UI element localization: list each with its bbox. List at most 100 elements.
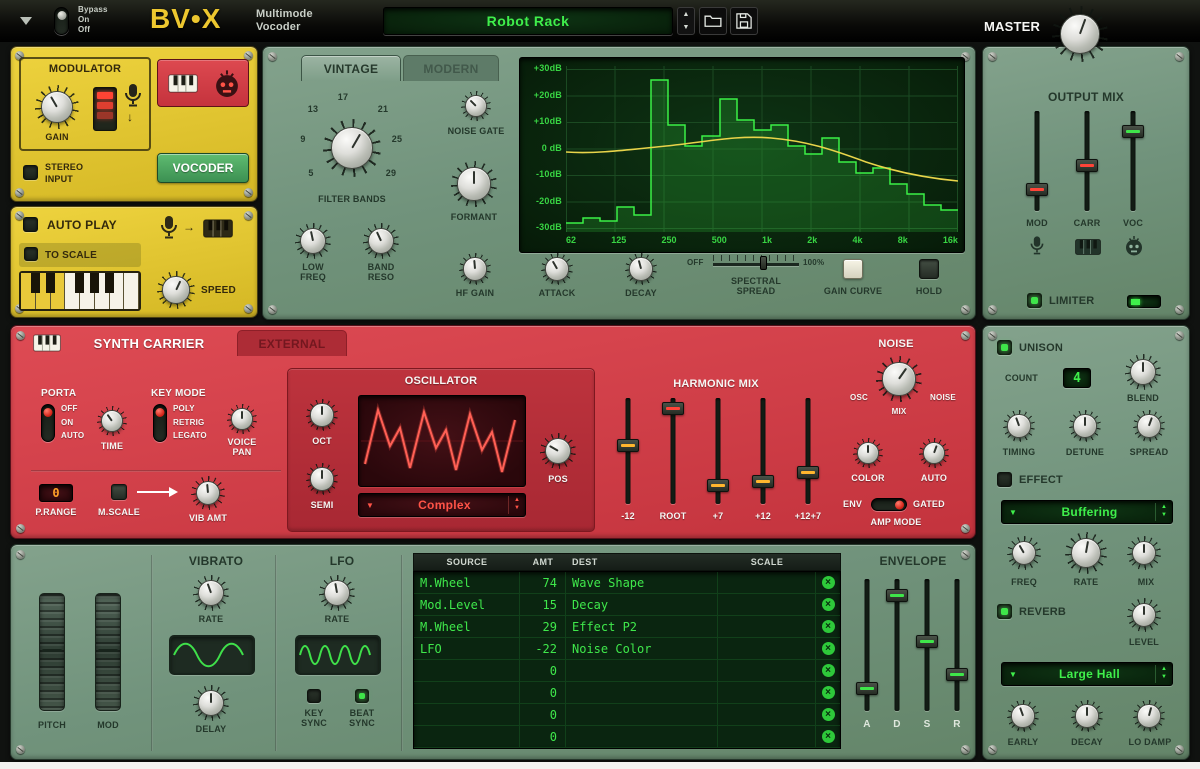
effect-type-dropdown[interactable]: ▼ Buffering ▲▼ (1001, 500, 1173, 524)
unison-checkbox[interactable] (997, 340, 1012, 355)
spectral-spread-slider[interactable] (713, 255, 799, 271)
envelope-sustain-slider[interactable] (915, 577, 939, 713)
spread-knob[interactable] (1133, 410, 1165, 442)
beat-sync-checkbox[interactable] (355, 689, 369, 703)
voice-pan-knob[interactable] (227, 404, 257, 434)
harmonic-slider-p12p7[interactable] (796, 396, 820, 506)
attack-knob[interactable] (541, 253, 573, 285)
noise-color-knob[interactable] (853, 438, 883, 468)
preset-up-icon[interactable]: ▲ (683, 11, 690, 18)
remove-slot-icon[interactable]: × (822, 576, 835, 589)
reverb-early-knob[interactable] (1007, 700, 1039, 732)
matrix-row[interactable]: LFO-22Noise Color× (414, 638, 840, 660)
count-display[interactable]: 4 (1063, 368, 1091, 388)
wave-select-dropdown[interactable]: ▼ Complex ▲▼ (358, 493, 526, 517)
tab-synth-carrier[interactable]: SYNTH CARRIER (65, 330, 233, 356)
low-freq-knob[interactable] (295, 223, 331, 259)
vibrato-delay-knob[interactable] (193, 685, 229, 721)
reverb-type-dropdown[interactable]: ▼ Large Hall ▲▼ (1001, 662, 1173, 686)
remove-slot-icon[interactable]: × (822, 598, 835, 611)
matrix-row[interactable]: M.Wheel29Effect P2× (414, 616, 840, 638)
harmonic-slider-root[interactable] (661, 396, 685, 506)
to-scale-checkbox[interactable] (24, 247, 38, 261)
effect-checkbox[interactable] (997, 472, 1012, 487)
porta-switch[interactable] (41, 404, 55, 442)
vocoder-level-slider[interactable] (1121, 109, 1145, 213)
preset-browse-button[interactable] (699, 7, 727, 35)
preset-down-icon[interactable]: ▼ (683, 24, 690, 31)
oct-knob[interactable] (306, 399, 338, 431)
formant-knob[interactable] (451, 161, 497, 207)
remove-slot-icon[interactable]: × (822, 730, 835, 743)
amp-mode-switch[interactable] (871, 498, 907, 511)
effect-mix-knob[interactable] (1127, 536, 1161, 570)
key-mode-switch[interactable] (153, 404, 167, 442)
timing-knob[interactable] (1003, 410, 1035, 442)
pitch-range-display[interactable]: 0 (39, 484, 73, 502)
detune-knob[interactable] (1069, 410, 1101, 442)
preset-spinner[interactable]: ▲ ▼ (677, 7, 695, 35)
remove-slot-icon[interactable]: × (822, 642, 835, 655)
tab-vintage[interactable]: VINTAGE (301, 55, 401, 81)
gain-curve-button[interactable] (843, 259, 863, 279)
matrix-row[interactable]: 0× (414, 704, 840, 726)
dropdown-arrow-icon[interactable]: ▼ (1009, 508, 1017, 517)
reverb-level-knob[interactable] (1127, 598, 1161, 632)
reverb-type-spinner[interactable]: ▲▼ (1155, 665, 1172, 683)
speed-knob[interactable] (157, 271, 195, 309)
semi-knob[interactable] (306, 463, 338, 495)
preset-save-button[interactable] (730, 7, 758, 35)
harmonic-slider-p12[interactable] (751, 396, 775, 506)
matrix-row[interactable]: 0× (414, 726, 840, 748)
dropdown-arrow-icon[interactable]: ▼ (366, 501, 374, 510)
reverb-decay-knob[interactable] (1071, 700, 1103, 732)
blend-knob[interactable] (1125, 354, 1161, 390)
carrier-level-slider[interactable] (1075, 109, 1099, 213)
hold-button[interactable] (919, 259, 939, 279)
porta-time-knob[interactable] (97, 406, 127, 436)
effect-rate-knob[interactable] (1065, 532, 1107, 574)
tab-modern[interactable]: MODERN (403, 55, 499, 81)
matrix-row[interactable]: 0× (414, 682, 840, 704)
envelope-release-slider[interactable] (945, 577, 969, 713)
envelope-decay-slider[interactable] (885, 577, 909, 713)
matrix-row[interactable]: Mod.Level15Decay× (414, 594, 840, 616)
noise-auto-knob[interactable] (919, 438, 949, 468)
mod-wheel[interactable] (95, 593, 121, 711)
matrix-row[interactable]: 0× (414, 660, 840, 682)
matrix-row[interactable]: M.Wheel74Wave Shape× (414, 572, 840, 594)
harmonic-slider-m12[interactable] (616, 396, 640, 506)
m-scale-button[interactable] (111, 484, 127, 500)
menu-dropdown-icon[interactable] (20, 17, 32, 25)
preset-display[interactable]: Robot Rack (383, 7, 673, 35)
dropdown-arrow-icon[interactable]: ▼ (1009, 670, 1017, 679)
effect-freq-knob[interactable] (1007, 536, 1041, 570)
pitch-wheel[interactable] (39, 593, 65, 711)
hf-gain-knob[interactable] (459, 253, 491, 285)
reverb-checkbox[interactable] (997, 604, 1012, 619)
noise-gate-knob[interactable] (461, 91, 491, 121)
autoplay-checkbox[interactable] (23, 217, 38, 232)
piano-icon[interactable] (168, 74, 198, 93)
remove-slot-icon[interactable]: × (822, 708, 835, 721)
pos-knob[interactable] (540, 433, 576, 469)
master-knob[interactable] (1052, 6, 1108, 62)
robot-icon[interactable] (212, 69, 242, 99)
vocoder-button[interactable]: VOCODER (157, 153, 249, 183)
remove-slot-icon[interactable]: × (822, 686, 835, 699)
envelope-attack-slider[interactable] (855, 577, 879, 713)
filter-bands-knob[interactable] (323, 119, 381, 177)
vibrato-rate-knob[interactable] (193, 575, 229, 611)
tab-external[interactable]: EXTERNAL (237, 330, 347, 356)
band-reso-knob[interactable] (363, 223, 399, 259)
reverb-lodamp-knob[interactable] (1133, 700, 1165, 732)
effect-type-spinner[interactable]: ▲▼ (1155, 503, 1172, 521)
bypass-switch[interactable] (54, 7, 69, 35)
harmonic-slider-p7[interactable] (706, 396, 730, 506)
wave-spinner[interactable]: ▲▼ (508, 496, 525, 514)
lfo-rate-knob[interactable] (319, 575, 355, 611)
remove-slot-icon[interactable]: × (822, 620, 835, 633)
modulator-gain-knob[interactable] (35, 85, 79, 129)
stereo-input-checkbox[interactable] (23, 165, 38, 180)
remove-slot-icon[interactable]: × (822, 664, 835, 677)
